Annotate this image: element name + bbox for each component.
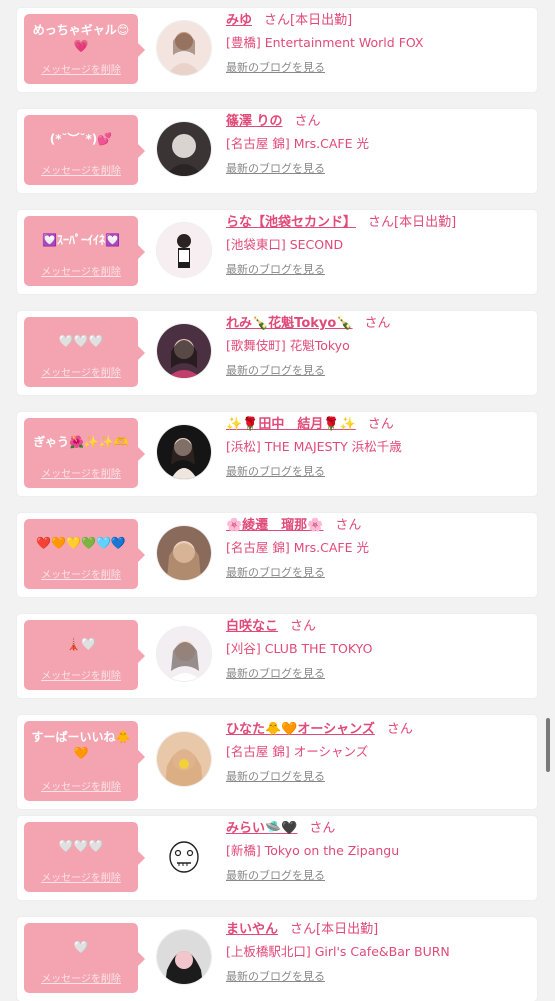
list-item: (*˘︶˘*)💕 メッセージを削除 篠澤 りの さん [名古屋 錦] Mrs.CA…: [17, 109, 537, 193]
honorific: さん: [368, 215, 395, 230]
message-bubble: 🤍 メッセージを削除: [24, 923, 145, 993]
message-bubble: 💟ｽｰﾊﾟｰｲｲﾈ💟 メッセージを削除: [24, 216, 145, 286]
cast-name-link[interactable]: まいやん: [226, 922, 278, 937]
avatar[interactable]: [156, 626, 212, 682]
blog-link[interactable]: 最新のブログを見る: [226, 969, 531, 984]
delete-message-link[interactable]: メッセージを削除: [24, 778, 138, 793]
blog-link[interactable]: 最新のブログを見る: [226, 769, 531, 784]
delete-message-link[interactable]: メッセージを削除: [24, 263, 138, 278]
delete-message-link[interactable]: メッセージを削除: [24, 869, 138, 884]
cast-name-link[interactable]: れみ🍾花魁Tokyo🍾: [226, 316, 353, 331]
list-item: 🤍🤍🤍 メッセージを削除 みらい🛸🖤 さん [新橋] Tokyo on the Z…: [17, 816, 537, 900]
avatar[interactable]: [156, 929, 212, 985]
message-text: 🤍🤍🤍: [58, 839, 104, 853]
blog-link[interactable]: 最新のブログを見る: [226, 60, 531, 75]
honorific: さん: [367, 417, 394, 432]
store-name: [豊橋] Entertainment World FOX: [226, 35, 424, 50]
store-name: [歌舞伎町] 花魁Tokyo: [226, 338, 350, 353]
cast-name-link[interactable]: みゆ: [226, 13, 252, 28]
message-text: ❤️🧡💛💚🩵💙: [36, 536, 126, 550]
store-name: [新橋] Tokyo on the Zipangu: [226, 843, 400, 858]
blog-link[interactable]: 最新のブログを見る: [226, 666, 531, 681]
honorific: さん: [386, 722, 413, 737]
store-name: [名古屋 錦] Mrs.CAFE 光: [226, 540, 369, 555]
honorific: さん: [290, 619, 317, 634]
message-text: 🤍: [73, 940, 89, 954]
message-bubble: 🤍🤍🤍 メッセージを削除: [24, 822, 145, 892]
message-text: すーぱーいいね🐥🧡: [31, 730, 131, 760]
list-item: 🤍🤍🤍 メッセージを削除 れみ🍾花魁Tokyo🍾 さん [歌舞伎町] 花魁Toky…: [17, 311, 537, 395]
avatar[interactable]: [156, 828, 212, 884]
honorific: さん: [309, 821, 336, 836]
avatar[interactable]: [156, 222, 212, 278]
message-bubble: 🗼🤍 メッセージを削除: [24, 620, 145, 690]
message-text: ぎゃう🌺✨✨🫶: [33, 435, 129, 449]
delete-message-link[interactable]: メッセージを削除: [24, 566, 138, 581]
avatar[interactable]: [156, 323, 212, 379]
store-name: [浜松] THE MAJESTY 浜松千歳: [226, 439, 402, 454]
message-text: 💟ｽｰﾊﾟｰｲｲﾈ💟: [42, 233, 120, 247]
avatar[interactable]: [156, 731, 212, 787]
message-bubble: 🤍🤍🤍 メッセージを削除: [24, 317, 145, 387]
avatar[interactable]: [156, 525, 212, 581]
cast-name-link[interactable]: ✨🌹田中 結月🌹✨: [226, 417, 356, 432]
message-bubble: めっちゃギャル😊💗 メッセージを削除: [24, 14, 145, 84]
cast-name-link[interactable]: 白咲なこ: [226, 619, 278, 634]
blog-link[interactable]: 最新のブログを見る: [226, 565, 531, 580]
avatar[interactable]: [156, 20, 212, 76]
store-name: [池袋東口] SECOND: [226, 237, 344, 252]
cast-name-link[interactable]: みらい🛸🖤: [226, 821, 297, 836]
blog-link[interactable]: 最新のブログを見る: [226, 262, 531, 277]
list-item: 🤍 メッセージを削除 まいやん さん[本日出勤] [上板橋駅北口] Girl's …: [17, 917, 537, 1001]
store-name: [名古屋 錦] オーシャンズ: [226, 744, 369, 759]
avatar[interactable]: [156, 424, 212, 480]
message-text: 🤍🤍🤍: [58, 334, 104, 348]
cast-name-link[interactable]: 篠澤 りの: [226, 114, 283, 129]
message-text: めっちゃギャル😊💗: [32, 23, 130, 53]
avatar[interactable]: [156, 121, 212, 177]
honorific: さん: [294, 114, 321, 129]
list-item: すーぱーいいね🐥🧡 メッセージを削除 ひなた🐥🧡オーシャンズ さん [名古屋 錦]…: [17, 715, 537, 809]
cast-name-link[interactable]: 🌸綾遷 瑠那🌸: [226, 518, 323, 533]
blog-link[interactable]: 最新のブログを見る: [226, 868, 531, 883]
list-item: ❤️🧡💛💚🩵💙 メッセージを削除 🌸綾遷 瑠那🌸 さん [名古屋 錦] Mrs.C…: [17, 513, 537, 597]
delete-message-link[interactable]: メッセージを削除: [24, 364, 138, 379]
blog-link[interactable]: 最新のブログを見る: [226, 464, 531, 479]
cast-name-link[interactable]: らな【池袋セカンド】: [226, 215, 356, 230]
today-badge: [本日出勤]: [290, 13, 353, 28]
delete-message-link[interactable]: メッセージを削除: [24, 465, 138, 480]
store-name: [上板橋駅北口] Girl's Cafe&Bar BURN: [226, 944, 450, 959]
message-bubble: すーぱーいいね🐥🧡 メッセージを削除: [24, 721, 145, 801]
blog-link[interactable]: 最新のブログを見る: [226, 161, 531, 176]
store-name: [刈谷] CLUB THE TOKYO: [226, 641, 373, 656]
list-item: ぎゃう🌺✨✨🫶 メッセージを削除 ✨🌹田中 結月🌹✨ さん [浜松] THE MA…: [17, 412, 537, 496]
message-bubble: ❤️🧡💛💚🩵💙 メッセージを削除: [24, 519, 145, 589]
honorific: さん: [290, 922, 317, 937]
list-item: 🗼🤍 メッセージを削除 白咲なこ さん [刈谷] CLUB THE TOKYO 最…: [17, 614, 537, 698]
message-bubble: ぎゃう🌺✨✨🫶 メッセージを削除: [24, 418, 145, 488]
message-bubble: (*˘︶˘*)💕 メッセージを削除: [24, 115, 145, 185]
message-text: 🗼🤍: [66, 637, 96, 651]
message-text: (*˘︶˘*)💕: [49, 132, 113, 146]
scrollbar[interactable]: [546, 718, 550, 772]
delete-message-link[interactable]: メッセージを削除: [24, 61, 138, 76]
today-badge: [本日出勤]: [316, 922, 379, 937]
honorific: さん: [264, 13, 291, 28]
delete-message-link[interactable]: メッセージを削除: [24, 162, 138, 177]
blog-link[interactable]: 最新のブログを見る: [226, 363, 531, 378]
list-item: 💟ｽｰﾊﾟｰｲｲﾈ💟 メッセージを削除 らな【池袋セカンド】 さん[本日出勤] […: [17, 210, 537, 294]
delete-message-link[interactable]: メッセージを削除: [24, 667, 138, 682]
honorific: さん: [364, 316, 391, 331]
honorific: さん: [335, 518, 362, 533]
store-name: [名古屋 錦] Mrs.CAFE 光: [226, 136, 369, 151]
delete-message-link[interactable]: メッセージを削除: [24, 970, 138, 985]
list-item: めっちゃギャル😊💗 メッセージを削除 みゆ さん[本日出勤] [豊橋] Enter…: [17, 8, 537, 92]
cast-name-link[interactable]: ひなた🐥🧡オーシャンズ: [226, 722, 375, 737]
today-badge: [本日出勤]: [394, 215, 457, 230]
